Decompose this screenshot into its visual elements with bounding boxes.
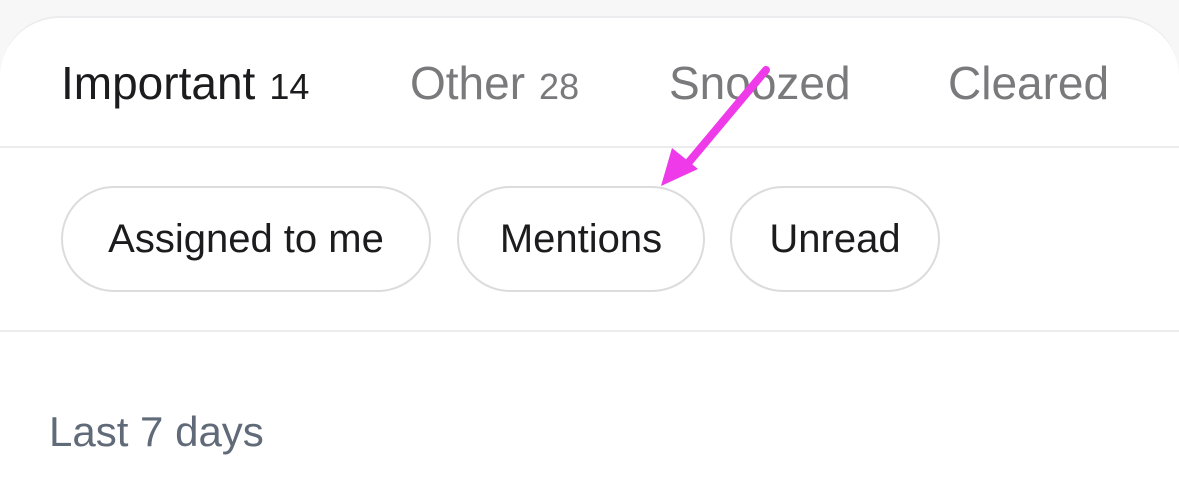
tab-cleared[interactable]: Cleared — [948, 54, 1109, 112]
filter-chip-unread[interactable]: Unread — [730, 186, 940, 292]
tab-count-badge: 28 — [539, 66, 580, 107]
tab-important[interactable]: Important 14 — [61, 54, 309, 112]
filter-chip-assigned-to-me[interactable]: Assigned to me — [61, 186, 431, 292]
filter-chip-mentions[interactable]: Mentions — [457, 186, 705, 292]
tab-label: Other — [410, 57, 526, 109]
tab-bar: Important 14 Other 28 Snoozed Cleared — [0, 18, 1179, 148]
filter-chip-row: Assigned to me Mentions Unread — [0, 148, 1179, 332]
tab-count-badge: 14 — [269, 66, 310, 107]
tab-label: Important — [61, 57, 256, 109]
tab-snoozed[interactable]: Snoozed — [669, 54, 851, 112]
inbox-panel: Important 14 Other 28 Snoozed Cleared As… — [0, 16, 1179, 486]
tab-other[interactable]: Other 28 — [410, 54, 579, 112]
section-header-last-7-days: Last 7 days — [49, 408, 264, 455]
tab-label: Snoozed — [669, 57, 851, 109]
tab-label: Cleared — [948, 57, 1110, 109]
